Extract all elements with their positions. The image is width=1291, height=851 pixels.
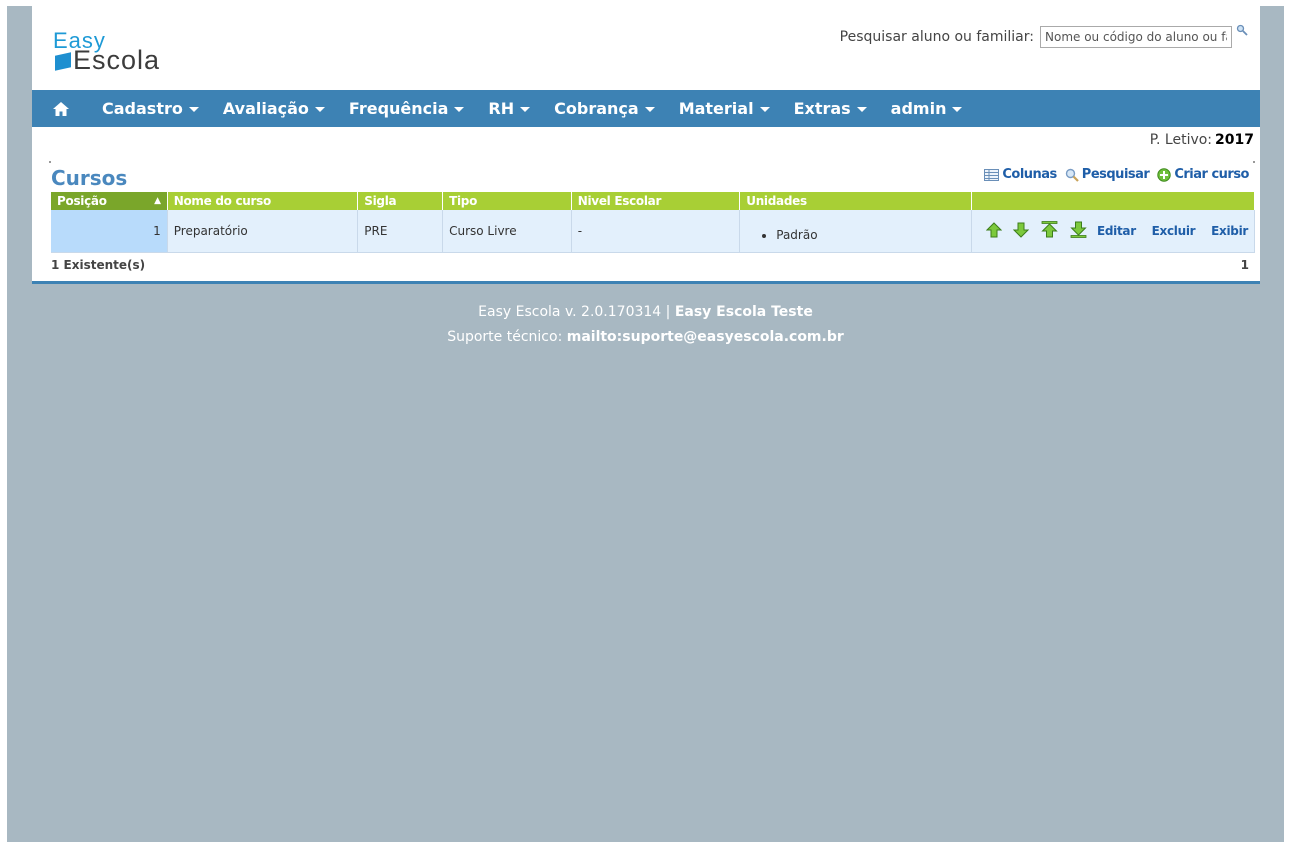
column-header-actions — [971, 192, 1256, 210]
nav-rh[interactable]: RH — [476, 90, 542, 127]
page-title: Cursos — [51, 166, 128, 190]
cell-name: Preparatório — [167, 210, 359, 253]
move-down-icon[interactable] — [1013, 222, 1030, 241]
page-number[interactable]: 1 — [1241, 258, 1249, 272]
nav-label: Avaliação — [222, 99, 309, 118]
footer-support-line: Suporte técnico: mailto:suporte@easyesco… — [7, 325, 1284, 350]
table-header-row: Posição ▲ Nome do curso Sigla Tipo Nivel … — [51, 192, 1256, 210]
logo-text-bottom: Escola — [73, 45, 161, 75]
page-bottom-bar — [32, 281, 1260, 284]
move-to-top-icon[interactable] — [1041, 221, 1059, 241]
magnifier-icon[interactable] — [1236, 24, 1248, 39]
caret-down-icon — [644, 107, 655, 112]
nav-extras[interactable]: Extras — [782, 90, 879, 127]
record-count: 1 Existente(s) — [51, 258, 146, 272]
header-label: Posição — [57, 194, 107, 208]
units-list: Padrão — [746, 228, 964, 242]
edit-link[interactable]: Editar — [1097, 224, 1136, 238]
period-value: 2017 — [1215, 132, 1254, 148]
header-label: Tipo — [449, 194, 478, 208]
academic-period: P. Letivo: 2017 — [1150, 132, 1254, 148]
cell-level: - — [571, 210, 741, 253]
create-course-label: Criar curso — [1174, 167, 1249, 182]
columns-icon — [984, 168, 1000, 181]
caret-down-icon — [188, 107, 199, 112]
table-row[interactable]: 1 Preparatório PRE Curso Livre - Padrão — [51, 210, 1256, 253]
search-input[interactable] — [1040, 26, 1232, 48]
period-label: P. Letivo: — [1149, 132, 1213, 148]
sort-ascending-icon: ▲ — [154, 196, 161, 206]
footer: Easy Escola v. 2.0.170314 | Easy Escola … — [7, 300, 1284, 350]
cell-position: 1 — [51, 210, 168, 253]
nav-home[interactable] — [32, 90, 90, 127]
cell-type: Curso Livre — [442, 210, 572, 253]
unit-item: Padrão — [776, 228, 964, 242]
delete-link[interactable]: Excluir — [1152, 224, 1196, 238]
nav-cadastro[interactable]: Cadastro — [90, 90, 211, 127]
divider-dot — [49, 161, 51, 163]
caret-down-icon — [952, 107, 963, 112]
home-icon — [53, 101, 69, 116]
header-label: Nome do curso — [173, 194, 271, 208]
nav-admin[interactable]: admin — [879, 90, 975, 127]
header-label: Unidades — [746, 194, 807, 208]
nav-label: Cobrança — [554, 99, 639, 118]
footer-support-email[interactable]: mailto:suporte@easyescola.com.br — [567, 329, 844, 345]
nav-label: RH — [488, 99, 515, 118]
column-header-name[interactable]: Nome do curso — [167, 192, 359, 210]
browser-viewport: Easy Escola Pesquisar aluno ou familiar:… — [7, 6, 1284, 842]
courses-table: Posição ▲ Nome do curso Sigla Tipo Nivel … — [51, 192, 1256, 253]
divider-dot — [1253, 161, 1255, 163]
logo-square-icon — [55, 52, 71, 71]
caret-down-icon — [454, 107, 465, 112]
nav-avaliacao[interactable]: Avaliação — [211, 90, 337, 127]
caret-down-icon — [856, 107, 867, 112]
logo[interactable]: Easy Escola — [53, 28, 203, 76]
nav-label: Frequência — [348, 99, 449, 118]
nav-material[interactable]: Material — [667, 90, 782, 127]
column-header-abbr[interactable]: Sigla — [357, 192, 444, 210]
column-header-position[interactable]: Posição ▲ — [51, 192, 168, 210]
header-label: Sigla — [364, 194, 397, 208]
cell-abbr: PRE — [357, 210, 444, 253]
move-to-bottom-icon[interactable] — [1070, 221, 1087, 241]
caret-down-icon — [759, 107, 770, 112]
footer-support-label: Suporte técnico: — [447, 329, 563, 345]
move-up-icon[interactable] — [985, 221, 1002, 241]
page-container: Easy Escola Pesquisar aluno ou familiar:… — [32, 6, 1260, 283]
footer-school: Easy Escola Teste — [674, 304, 813, 320]
columns-label: Colunas — [1002, 167, 1057, 182]
nav-label: Cadastro — [102, 99, 183, 118]
nav-label: admin — [890, 99, 947, 118]
list-toolbar: Colunas Pesquisar Criar curso — [976, 167, 1249, 182]
search-label: Pesquisar — [1081, 167, 1150, 182]
columns-button[interactable]: Colunas — [984, 167, 1057, 182]
magnifier-icon — [1065, 168, 1079, 182]
search-label: Pesquisar aluno ou familiar: — [839, 29, 1034, 45]
add-icon — [1157, 167, 1172, 182]
footer-version-line: Easy Escola v. 2.0.170314 | Easy Escola … — [7, 300, 1284, 325]
column-header-units[interactable]: Unidades — [739, 192, 972, 210]
caret-down-icon — [520, 107, 531, 112]
student-search: Pesquisar aluno ou familiar: — [840, 24, 1248, 50]
search-button[interactable]: Pesquisar — [1065, 167, 1150, 182]
nav-cobranca[interactable]: Cobrança — [542, 90, 667, 127]
footer-version: Easy Escola v. 2.0.170314 | — [478, 304, 671, 320]
cell-units: Padrão — [739, 210, 972, 253]
header-label: Nivel Escolar — [577, 194, 662, 208]
main-nav: Cadastro Avaliação Frequência RH Cobranç… — [32, 90, 1260, 127]
column-header-level[interactable]: Nivel Escolar — [571, 192, 741, 210]
create-course-button[interactable]: Criar curso — [1157, 167, 1249, 182]
view-link[interactable]: Exibir — [1211, 224, 1248, 238]
nav-frequencia[interactable]: Frequência — [337, 90, 477, 127]
column-header-type[interactable]: Tipo — [442, 192, 572, 210]
cell-actions: Editar Excluir Exibir — [971, 210, 1256, 253]
caret-down-icon — [314, 107, 325, 112]
nav-label: Material — [678, 99, 754, 118]
nav-label: Extras — [793, 99, 851, 118]
